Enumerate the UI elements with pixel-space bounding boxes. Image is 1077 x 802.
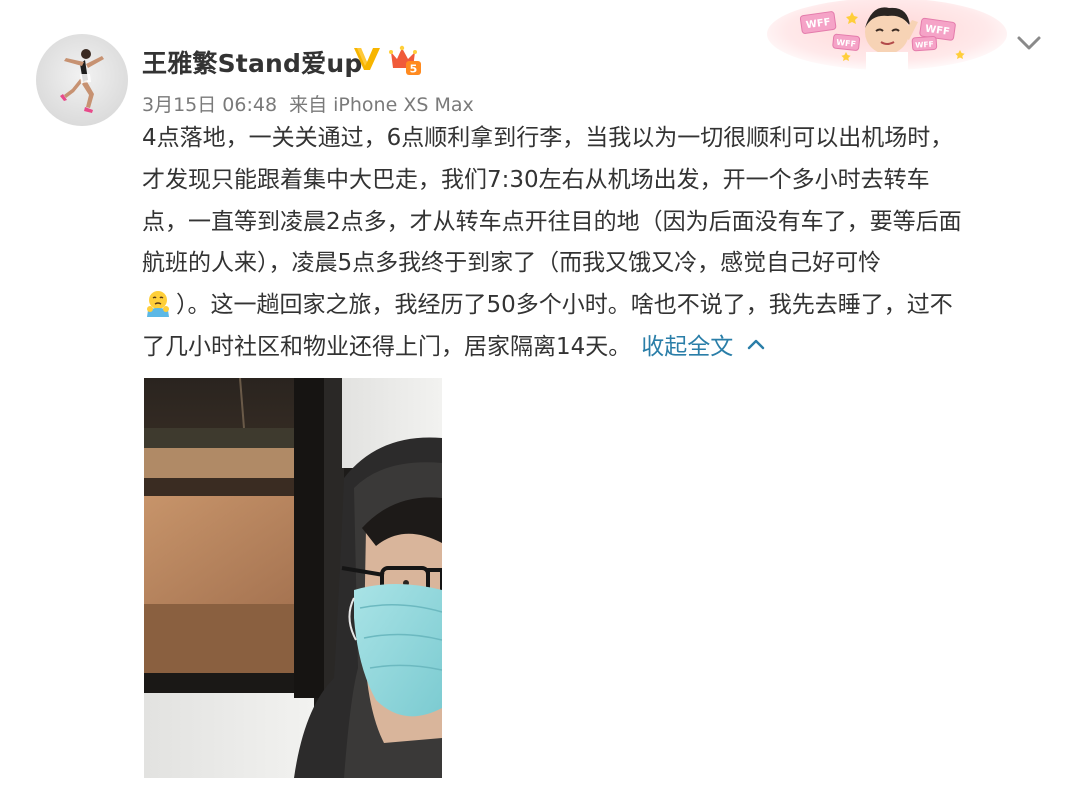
avatar[interactable] [36, 34, 128, 126]
author-name[interactable]: 王雅繁Stand爱up [142, 44, 362, 80]
verified-v-icon [354, 48, 380, 70]
post-text-line: 了几小时社区和物业还得上门，居家隔离14天。 [142, 333, 632, 360]
banner-label: WFF [915, 40, 934, 50]
post-text-line-last: 了几小时社区和物业还得上门，居家隔离14天。 收起全文 [142, 327, 1042, 369]
post-date[interactable]: 3月15日 06:48 [142, 94, 277, 116]
chevron-down-icon[interactable] [1014, 30, 1044, 56]
post-text-line: 4点落地，一关关通过，6点顺利拿到行李，当我以为一切很顺利可以出机场时， [142, 125, 954, 151]
post-photo[interactable] [144, 378, 442, 778]
post-body: 4点落地，一关关通过，6点顺利拿到行李，当我以为一切很顺利可以出机场时， 才发现… [142, 118, 1042, 369]
crown-level: 5 [410, 63, 418, 76]
post-text-line-with-emoji: ）。这一趟回家之旅，我经历了50多个小时。啥也不说了，我先去睡了，过不 [142, 285, 1042, 327]
weibo-post: 王雅繁Stand爱up 5 3月15日 06:48 来自 iPhone XS M… [0, 0, 1077, 802]
pitiful-emoji-icon [147, 291, 169, 318]
collapse-full-text-link[interactable]: 收起全文 [641, 334, 733, 360]
post-text-line: 才发现只能跟着集中大巴走，我们7:30左右从机场出发，开一个多小时去转车 [142, 166, 930, 193]
post-text-line: 航班的人来），凌晨5点多我终于到家了（而我又饿又冷，感觉自己好可怜 [142, 250, 882, 277]
crown-icon[interactable]: 5 [388, 44, 422, 76]
post-meta: 3月15日 06:48 来自 iPhone XS Max [142, 90, 480, 117]
post-text-line: ）。这一趟回家之旅，我经历了50多个小时。啥也不说了，我先去睡了，过不 [176, 292, 953, 319]
chevron-up-icon[interactable] [745, 336, 767, 352]
post-source: 来自 iPhone XS Max [289, 94, 474, 116]
post-text-line: 点，一直等到凌晨2点多，才从转车点开往目的地（因为后面没有车了，要等后面 [142, 208, 962, 235]
decorative-banner: WFF WFF WFF WFF [767, 0, 1007, 72]
